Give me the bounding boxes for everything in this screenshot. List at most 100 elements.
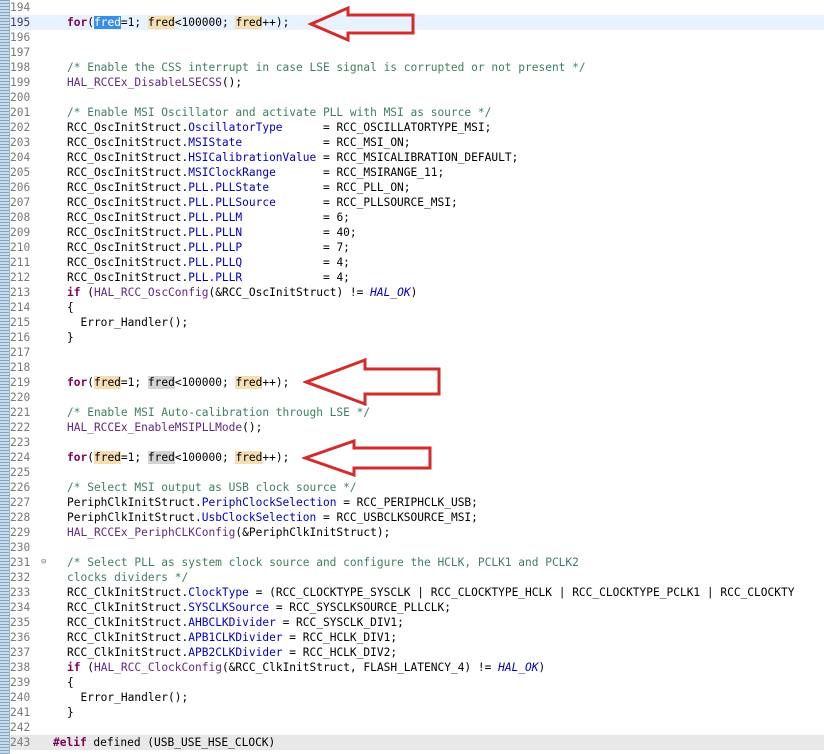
- line-number: 228: [10, 511, 31, 524]
- code-line-203[interactable]: 203 RCC_OscInitStruct.MSIState = RCC_MSI_…: [10, 135, 824, 150]
- code-text[interactable]: /* Enable MSI Oscillator and activate PL…: [67, 105, 491, 120]
- code-text[interactable]: RCC_OscInitStruct.MSIState = RCC_MSI_ON;: [67, 135, 411, 150]
- code-line-226[interactable]: 226 /* Select MSI output as USB clock sou…: [10, 480, 824, 495]
- code-text[interactable]: {: [67, 300, 74, 315]
- code-token: (: [87, 451, 94, 464]
- code-line-201[interactable]: 201 /* Enable MSI Oscillator and activate…: [10, 105, 824, 120]
- code-line-238[interactable]: 238 if (HAL_RCC_ClockConfig(&RCC_ClkInitS…: [10, 660, 824, 675]
- code-line-202[interactable]: 202 RCC_OscInitStruct.OscillatorType = RC…: [10, 120, 824, 135]
- code-text[interactable]: RCC_ClkInitStruct.APB2CLKDivider = RCC_H…: [67, 645, 397, 660]
- code-text[interactable]: RCC_OscInitStruct.MSIClockRange = RCC_MS…: [67, 165, 444, 180]
- code-text[interactable]: HAL_RCCEx_DisableLSECSS();: [67, 75, 242, 90]
- code-text[interactable]: /* Select PLL as system clock source and…: [67, 555, 579, 570]
- code-line-240[interactable]: 240 Error_Handler();: [10, 690, 824, 705]
- line-number: 223: [10, 436, 31, 449]
- code-line-211[interactable]: 211 RCC_OscInitStruct.PLL.PLLQ = 4;: [10, 255, 824, 270]
- comment: /* Enable MSI Oscillator and activate PL…: [67, 106, 492, 119]
- code-line-215[interactable]: 215 Error_Handler();: [10, 315, 824, 330]
- code-line-232[interactable]: 232 clocks dividers */: [10, 570, 824, 585]
- fold-toggle-icon[interactable]: ⊖: [41, 555, 46, 570]
- code-line-213[interactable]: 213 if (HAL_RCC_OscConfig(&RCC_OscInitStr…: [10, 285, 824, 300]
- code-text[interactable]: RCC_ClkInitStruct.SYSCLKSource = RCC_SYS…: [67, 600, 451, 615]
- code-text[interactable]: RCC_OscInitStruct.PLL.PLLQ = 4;: [67, 255, 350, 270]
- code-text[interactable]: RCC_OscInitStruct.PLL.PLLM = 6;: [67, 210, 350, 225]
- variable-occurrence: fred: [93, 376, 121, 389]
- code-line-214[interactable]: 214 {: [10, 300, 824, 315]
- code-line-212[interactable]: 212 RCC_OscInitStruct.PLL.PLLR = 4;: [10, 270, 824, 285]
- code-line-208[interactable]: 208 RCC_OscInitStruct.PLL.PLLM = 6;: [10, 210, 824, 225]
- code-text[interactable]: /* Enable MSI Auto-calibration through L…: [67, 405, 370, 420]
- code-token: (: [87, 16, 94, 29]
- code-line-207[interactable]: 207 RCC_OscInitStruct.PLL.PLLSource = RCC…: [10, 195, 824, 210]
- code-line-229[interactable]: 229 HAL_RCCEx_PeriphCLKConfig(&PeriphClkI…: [10, 525, 824, 540]
- code-text[interactable]: Error_Handler();: [67, 690, 188, 705]
- code-text[interactable]: RCC_ClkInitStruct.ClockType = (RCC_CLOCK…: [67, 585, 794, 600]
- code-line-227[interactable]: 227 PeriphClkInitStruct.PeriphClockSelect…: [10, 495, 824, 510]
- code-line-206[interactable]: 206 RCC_OscInitStruct.PLL.PLLState = RCC_…: [10, 180, 824, 195]
- code-text[interactable]: {: [67, 675, 74, 690]
- keyword: for: [67, 376, 88, 389]
- code-text[interactable]: }: [67, 705, 74, 720]
- code-line-198[interactable]: 198 /* Enable the CSS interrupt in case L…: [10, 60, 824, 75]
- code-text[interactable]: RCC_OscInitStruct.PLL.PLLR = 4;: [67, 270, 350, 285]
- code-line-236[interactable]: 236 RCC_ClkInitStruct.APB1CLKDivider = RC…: [10, 630, 824, 645]
- code-line-234[interactable]: 234 RCC_ClkInitStruct.SYSCLKSource = RCC_…: [10, 600, 824, 615]
- code-line-239[interactable]: 239 {: [10, 675, 824, 690]
- code-line-197[interactable]: 197: [10, 45, 824, 60]
- code-text[interactable]: RCC_OscInitStruct.PLL.PLLN = 40;: [67, 225, 357, 240]
- code-text[interactable]: RCC_ClkInitStruct.APB1CLKDivider = RCC_H…: [67, 630, 397, 645]
- code-text[interactable]: #elif defined (USB_USE_HSE_CLOCK): [53, 735, 275, 750]
- code-line-241[interactable]: 241}: [10, 705, 824, 720]
- code-text[interactable]: RCC_OscInitStruct.PLL.PLLSource = RCC_PL…: [67, 195, 458, 210]
- code-text[interactable]: PeriphClkInitStruct.UsbClockSelection = …: [67, 510, 478, 525]
- line-number: 236: [10, 631, 31, 644]
- code-line-230[interactable]: 230: [10, 540, 824, 555]
- code-text[interactable]: /* Enable the CSS interrupt in case LSE …: [67, 60, 586, 75]
- keyword: if: [67, 661, 81, 674]
- code-line-216[interactable]: 216}: [10, 330, 824, 345]
- code-text[interactable]: HAL_RCCEx_PeriphCLKConfig(&PeriphClkInit…: [67, 525, 390, 540]
- code-line-222[interactable]: 222 HAL_RCCEx_EnableMSIPLLMode();: [10, 420, 824, 435]
- code-text[interactable]: if (HAL_RCC_OscConfig(&RCC_OscInitStruct…: [67, 285, 417, 300]
- variable-occurrence: fred: [147, 16, 175, 29]
- code-line-237[interactable]: 237 RCC_ClkInitStruct.APB2CLKDivider = RC…: [10, 645, 824, 660]
- code-line-235[interactable]: 235 RCC_ClkInitStruct.AHBCLKDivider = RCC…: [10, 615, 824, 630]
- code-line-243[interactable]: 243 #elif defined (USB_USE_HSE_CLOCK): [10, 735, 824, 750]
- code-text[interactable]: RCC_ClkInitStruct.AHBCLKDivider = RCC_SY…: [67, 615, 404, 630]
- variable-occurrence: fred: [93, 451, 121, 464]
- code-line-233[interactable]: 233 RCC_ClkInitStruct.ClockType = (RCC_CL…: [10, 585, 824, 600]
- code-line-231[interactable]: 231 ⊖ /* Select PLL as system clock source…: [10, 555, 824, 570]
- code-text[interactable]: RCC_OscInitStruct.HSICalibrationValue = …: [67, 150, 518, 165]
- line-number: 220: [10, 391, 31, 404]
- code-line-209[interactable]: 209 RCC_OscInitStruct.PLL.PLLN = 40;: [10, 225, 824, 240]
- line-number: 207: [10, 196, 31, 209]
- field-name: PLL.PLLM: [188, 211, 243, 224]
- code-line-228[interactable]: 228 PeriphClkInitStruct.UsbClockSelection…: [10, 510, 824, 525]
- code-line-204[interactable]: 204 RCC_OscInitStruct.HSICalibrationValue…: [10, 150, 824, 165]
- code-text[interactable]: clocks dividers */: [67, 570, 188, 585]
- code-text[interactable]: for(fred=1; fred<100000; fred++);: [67, 375, 289, 390]
- code-token: ): [410, 286, 418, 299]
- code-text[interactable]: for(fred=1; fred<100000; fred++);: [67, 15, 289, 30]
- code-text[interactable]: Error_Handler();: [67, 315, 188, 330]
- code-text[interactable]: if (HAL_RCC_ClockConfig(&RCC_ClkInitStru…: [67, 660, 545, 675]
- code-text[interactable]: }: [67, 330, 74, 345]
- code-text[interactable]: PeriphClkInitStruct.PeriphClockSelection…: [67, 495, 478, 510]
- code-editor[interactable]: 194 195 for(fred=1; fred<100000; fred++); 1…: [0, 0, 824, 754]
- code-text[interactable]: HAL_RCCEx_EnableMSIPLLMode();: [67, 420, 262, 435]
- code-text[interactable]: RCC_OscInitStruct.OscillatorType = RCC_O…: [67, 120, 491, 135]
- code-text[interactable]: for(fred=1; fred<100000; fred++);: [67, 450, 289, 465]
- code-text[interactable]: /* Select MSI output as USB clock source…: [67, 480, 357, 495]
- code-line-199[interactable]: 199 HAL_RCCEx_DisableLSECSS();: [10, 75, 824, 90]
- code-line-242[interactable]: 242: [10, 720, 824, 735]
- code-line-200[interactable]: 200: [10, 90, 824, 105]
- code-text[interactable]: RCC_OscInitStruct.PLL.PLLP = 7;: [67, 240, 350, 255]
- code-line-210[interactable]: 210 RCC_OscInitStruct.PLL.PLLP = 7;: [10, 240, 824, 255]
- code-line-205[interactable]: 205 RCC_OscInitStruct.MSIClockRange = RCC…: [10, 165, 824, 180]
- code-text[interactable]: RCC_OscInitStruct.PLL.PLLState = RCC_PLL…: [67, 180, 411, 195]
- keyword: if: [67, 286, 81, 299]
- code-line-221[interactable]: 221 /* Enable MSI Auto-calibration throug…: [10, 405, 824, 420]
